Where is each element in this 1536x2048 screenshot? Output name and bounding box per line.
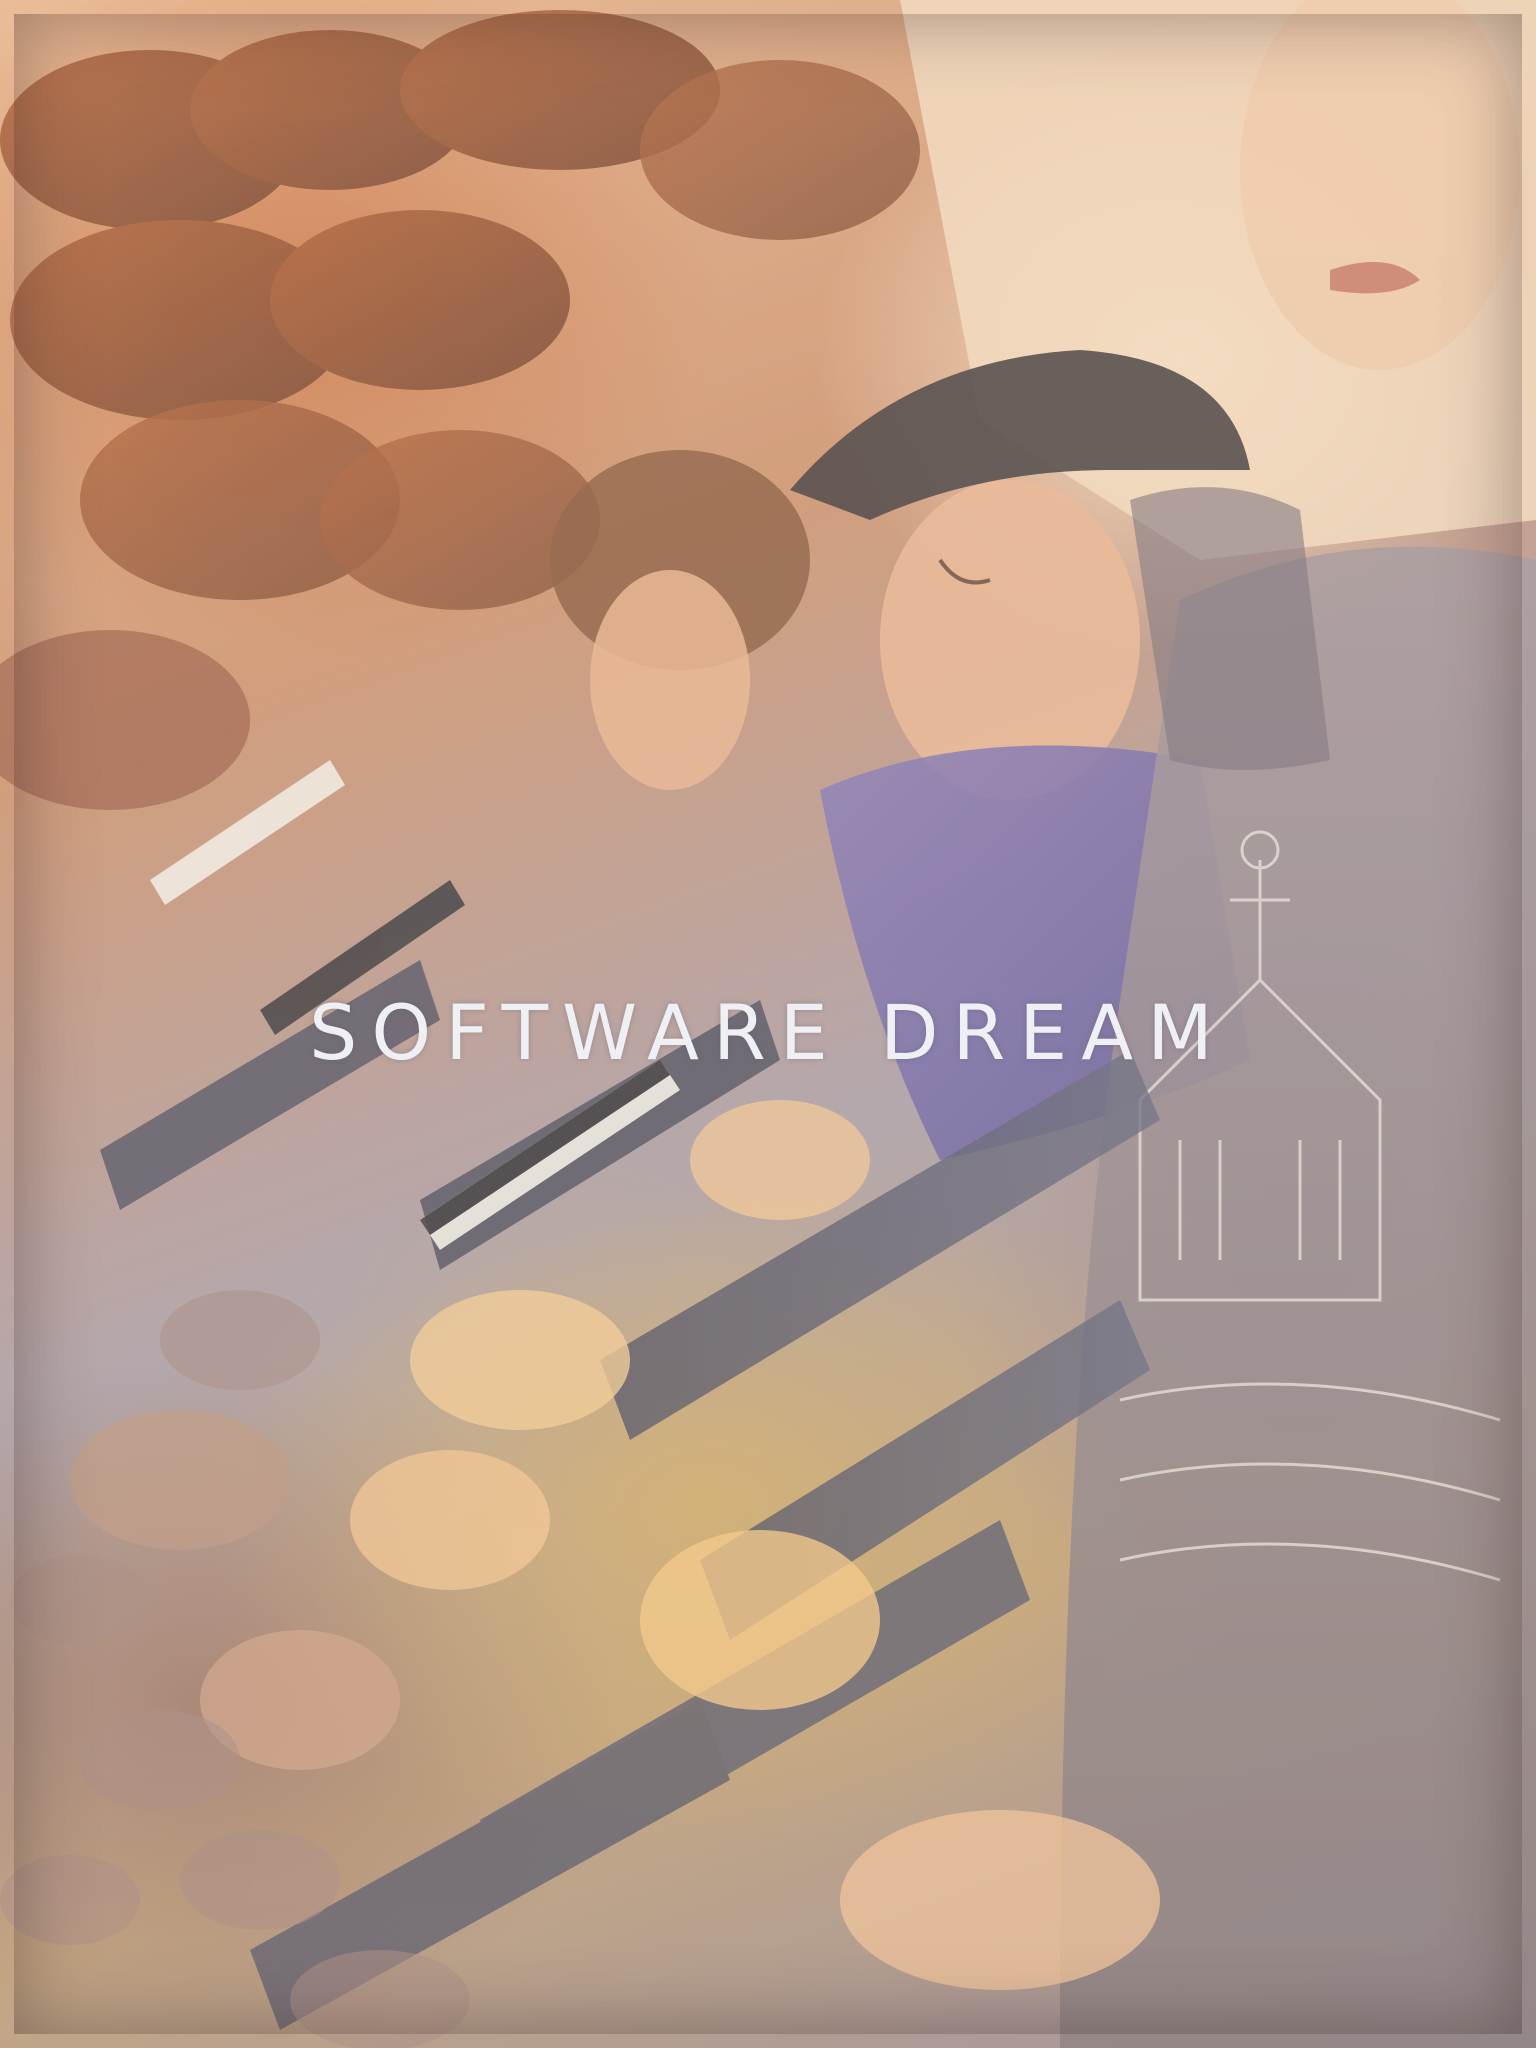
poster-title: SOFTWARE DREAM	[309, 988, 1227, 1077]
poster-image: SOFTWARE DREAM	[0, 0, 1536, 2048]
